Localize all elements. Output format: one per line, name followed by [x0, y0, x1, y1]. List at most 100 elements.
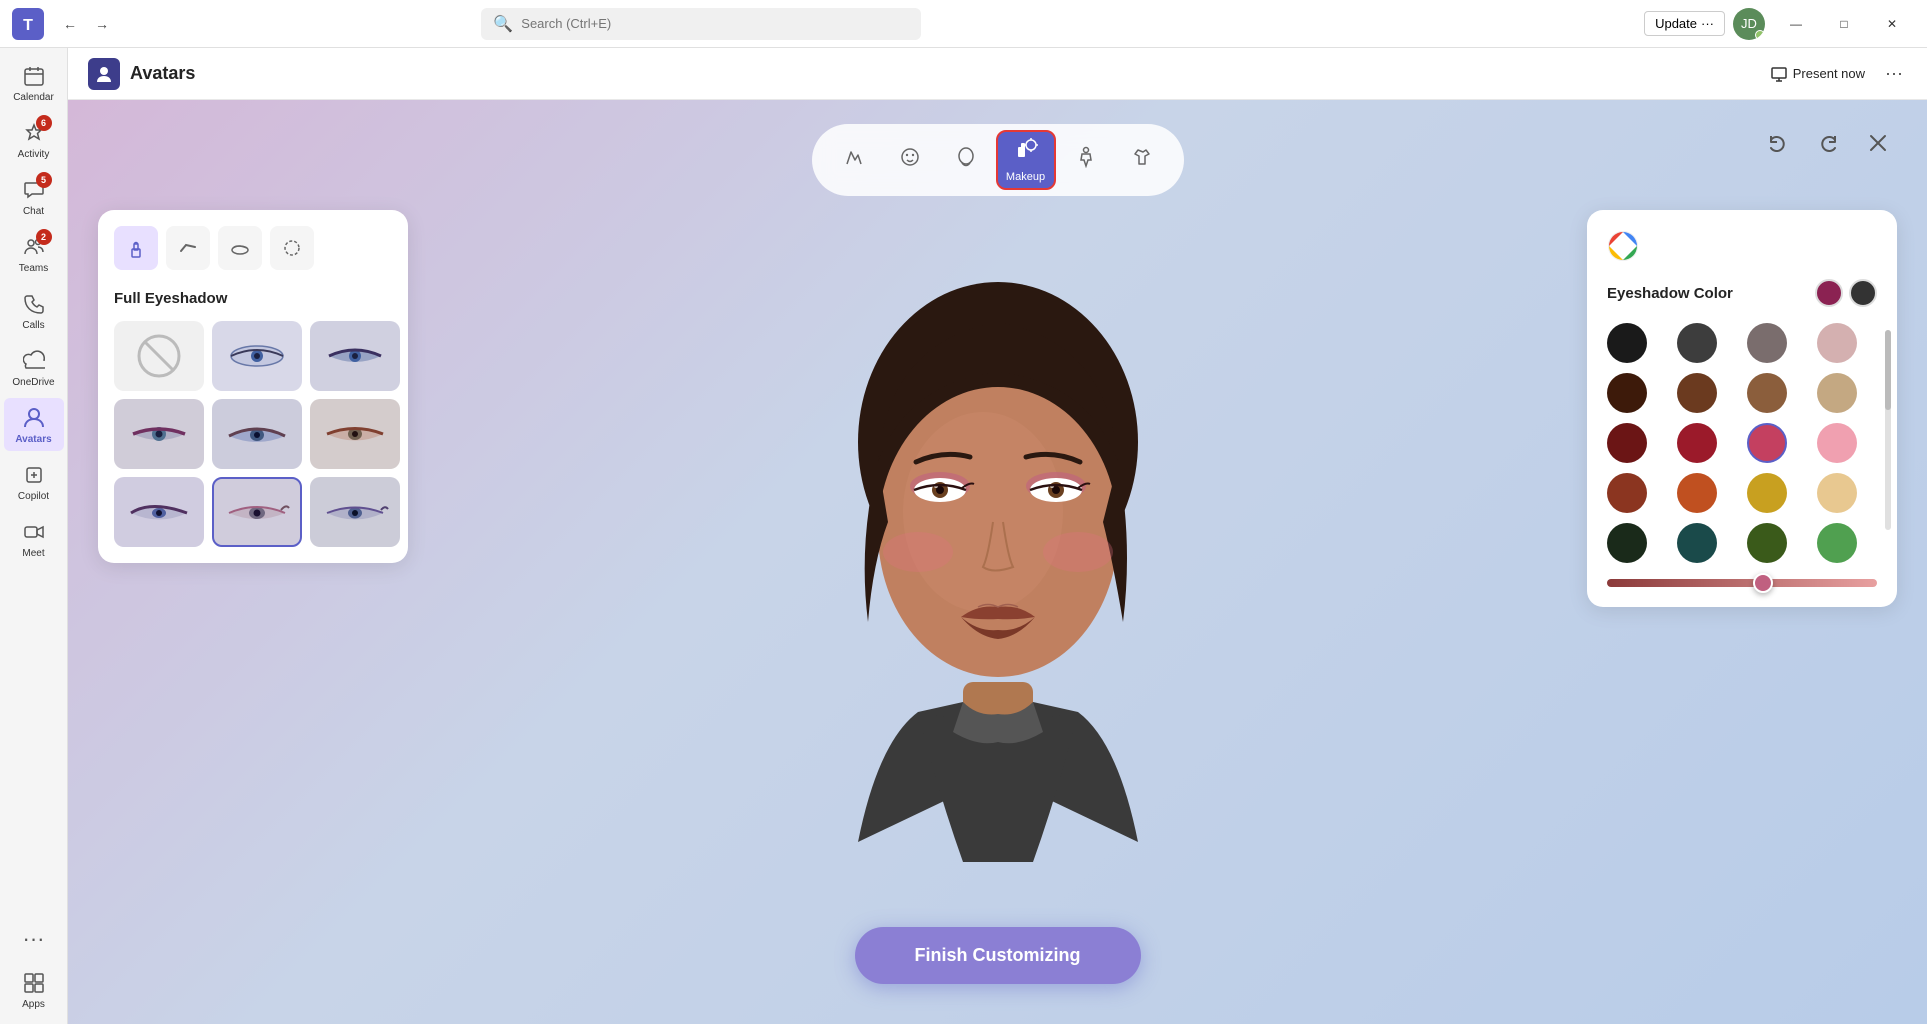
color-dot-2[interactable]: [1747, 323, 1787, 363]
toolbar-face-button[interactable]: [884, 134, 936, 186]
sidebar-item-onedrive[interactable]: OneDrive: [4, 341, 64, 394]
search-icon: 🔍: [493, 14, 513, 34]
color-dot-14[interactable]: [1747, 473, 1787, 513]
color-dot-18[interactable]: [1747, 523, 1787, 563]
eye-style-5[interactable]: [310, 399, 400, 469]
eye-style-1[interactable]: [212, 321, 302, 391]
color-dot-1[interactable]: [1677, 323, 1717, 363]
body-icon: [1075, 146, 1097, 174]
close-editor-button[interactable]: [1859, 124, 1897, 168]
tab-eyebrow[interactable]: [166, 226, 210, 270]
titlebar: T ← → 🔍 Update ··· JD — □ ✕: [0, 0, 1927, 48]
sidebar-label-calls: Calls: [22, 320, 44, 331]
makeup-label: Makeup: [1006, 171, 1045, 183]
color-dot-13[interactable]: [1677, 473, 1717, 513]
eye-shape-7: [221, 496, 293, 528]
user-avatar[interactable]: JD: [1733, 8, 1765, 40]
sidebar-item-calls[interactable]: Calls: [4, 284, 64, 337]
scrollbar-track: [1885, 330, 1891, 530]
tab-eyeshadow[interactable]: [218, 226, 262, 270]
color-preview-2[interactable]: [1849, 279, 1877, 307]
tab-blush[interactable]: [270, 226, 314, 270]
eye-shape-6: [123, 496, 195, 528]
workspace: Makeup: [68, 100, 1927, 1024]
meet-icon: [20, 518, 48, 546]
color-dot-10[interactable]: [1747, 423, 1787, 463]
color-dot-7[interactable]: [1817, 373, 1857, 413]
toolbar-head-button[interactable]: [940, 134, 992, 186]
eye-style-6[interactable]: [114, 477, 204, 547]
color-dot-12[interactable]: [1607, 473, 1647, 513]
search-input[interactable]: [521, 16, 909, 31]
color-dot-17[interactable]: [1677, 523, 1717, 563]
eye-style-7[interactable]: [212, 477, 302, 547]
eye-style-8[interactable]: [310, 477, 400, 547]
color-preview-1[interactable]: [1815, 279, 1843, 307]
color-dot-4[interactable]: [1607, 373, 1647, 413]
toolbar-actions: [1759, 124, 1897, 168]
sidebar-label-copilot: Copilot: [18, 491, 49, 502]
sidebar-label-teams: Teams: [19, 263, 48, 274]
style-icon: [843, 146, 865, 174]
update-button[interactable]: Update ···: [1644, 11, 1725, 36]
sidebar-item-calendar[interactable]: Calendar: [4, 56, 64, 109]
color-dot-5[interactable]: [1677, 373, 1717, 413]
color-dot-11[interactable]: [1817, 423, 1857, 463]
more-icon: ···: [20, 925, 48, 953]
color-dot-16[interactable]: [1607, 523, 1647, 563]
color-dot-15[interactable]: [1817, 473, 1857, 513]
sidebar-item-more[interactable]: ···: [4, 919, 64, 959]
color-dot-3[interactable]: [1817, 323, 1857, 363]
teams-logo: T: [12, 8, 44, 40]
present-now-button[interactable]: Present now: [1763, 62, 1873, 86]
minimize-button[interactable]: —: [1773, 8, 1819, 40]
eye-style-3[interactable]: [114, 399, 204, 469]
intensity-slider-track[interactable]: [1607, 579, 1877, 587]
close-icon: [1867, 132, 1889, 154]
eye-shape-3: [123, 418, 195, 450]
sidebar-label-avatars: Avatars: [15, 434, 51, 445]
sidebar-item-chat[interactable]: 5 Chat: [4, 170, 64, 223]
forward-button[interactable]: →: [88, 10, 116, 38]
toolbar-style-button[interactable]: [828, 134, 880, 186]
toolbar-body-button[interactable]: [1060, 134, 1112, 186]
finish-customizing-button[interactable]: Finish Customizing: [855, 927, 1141, 984]
sidebar-item-avatars[interactable]: Avatars: [4, 398, 64, 451]
tab-lipstick[interactable]: [114, 226, 158, 270]
color-dot-8[interactable]: [1607, 423, 1647, 463]
left-panel: Full Eyeshadow: [98, 210, 408, 563]
color-dot-19[interactable]: [1817, 523, 1857, 563]
toolbar-outfit-button[interactable]: [1116, 134, 1168, 186]
sidebar-item-apps[interactable]: Apps: [4, 963, 64, 1016]
sidebar-label-chat: Chat: [23, 206, 44, 217]
color-dot-9[interactable]: [1677, 423, 1717, 463]
close-button[interactable]: ✕: [1869, 8, 1915, 40]
back-button[interactable]: ←: [56, 10, 84, 38]
sidebar-item-meet[interactable]: Meet: [4, 512, 64, 565]
maximize-button[interactable]: □: [1821, 8, 1867, 40]
app-header: Avatars Present now ···: [68, 48, 1927, 100]
makeup-icon: [1014, 137, 1038, 167]
redo-button[interactable]: [1809, 124, 1847, 168]
toolbar-makeup-button[interactable]: Makeup: [996, 130, 1056, 190]
header-more-button[interactable]: ···: [1881, 59, 1907, 88]
color-dot-6[interactable]: [1747, 373, 1787, 413]
color-dot-0[interactable]: [1607, 323, 1647, 363]
undo-button[interactable]: [1759, 124, 1797, 168]
sidebar-item-activity[interactable]: 6 Activity: [4, 113, 64, 166]
panel-tabs: [114, 226, 392, 270]
sidebar-label-apps: Apps: [22, 999, 45, 1010]
sidebar-item-copilot[interactable]: Copilot: [4, 455, 64, 508]
update-dots: ···: [1701, 16, 1714, 31]
color-grid: [1607, 323, 1877, 563]
face-icon: [899, 146, 921, 174]
scrollbar-thumb[interactable]: [1885, 330, 1891, 410]
head-icon: [955, 146, 977, 174]
intensity-slider-thumb[interactable]: [1753, 573, 1773, 593]
eye-style-4[interactable]: [212, 399, 302, 469]
color-panel-title: Eyeshadow Color: [1607, 285, 1733, 302]
sidebar-item-teams[interactable]: 2 Teams: [4, 227, 64, 280]
eye-style-none[interactable]: [114, 321, 204, 391]
eye-style-2[interactable]: [310, 321, 400, 391]
eye-shape-8: [319, 496, 391, 528]
